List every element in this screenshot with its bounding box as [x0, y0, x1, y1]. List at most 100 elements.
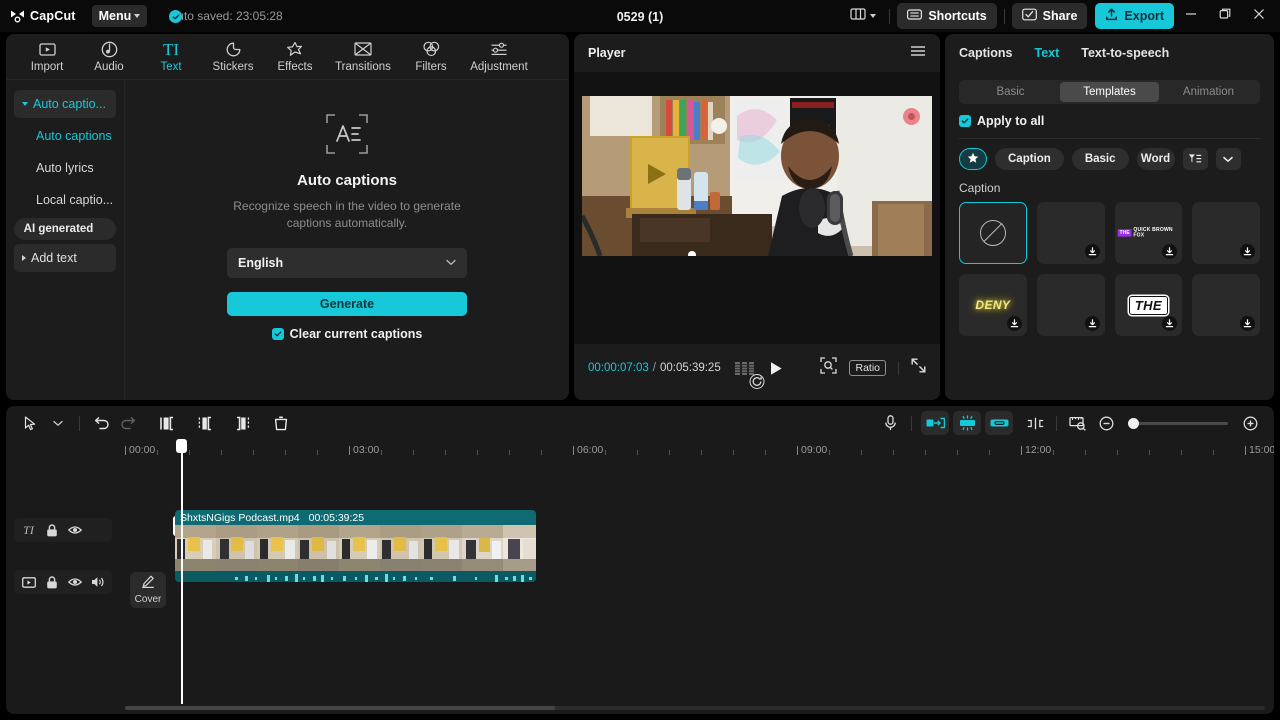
record-voiceover-button[interactable]	[876, 411, 904, 435]
link-clips-button[interactable]	[985, 411, 1013, 435]
left-panel-body: Auto captio... Auto captions Auto lyrics…	[6, 80, 569, 400]
close-button[interactable]	[1242, 0, 1276, 32]
zoom-in-button[interactable]	[1236, 411, 1264, 435]
segment-animation[interactable]: Animation	[1159, 82, 1258, 102]
chip-basic[interactable]: Basic	[1071, 148, 1129, 170]
tab-import[interactable]: Import	[16, 35, 78, 79]
tab-effects[interactable]: Effects	[264, 35, 326, 79]
tab-captions[interactable]: Captions	[959, 46, 1012, 60]
tab-transitions[interactable]: Transitions	[326, 35, 400, 79]
watermark-badge	[903, 108, 920, 125]
cover-button[interactable]: Cover	[130, 572, 166, 608]
ratio-button[interactable]: Ratio	[849, 360, 886, 376]
shortcuts-button[interactable]: Shortcuts	[897, 3, 997, 29]
trim-right-button[interactable]	[229, 411, 257, 435]
download-icon[interactable]	[1162, 316, 1178, 331]
delete-button[interactable]	[267, 411, 295, 435]
timeline-toolbar	[6, 406, 1274, 440]
template-item[interactable]	[1036, 274, 1105, 336]
divider	[911, 415, 912, 431]
more-templates-button[interactable]	[1215, 148, 1241, 170]
zoom-slider-handle[interactable]	[1128, 417, 1139, 429]
template-item[interactable]: THE	[1114, 274, 1183, 336]
tab-text[interactable]: TI Text	[140, 35, 202, 79]
timeline-horizontal-scrollbar[interactable]	[125, 706, 1265, 710]
template-item[interactable]	[1192, 274, 1260, 336]
zoom-out-button[interactable]	[1092, 411, 1120, 435]
frames-icon[interactable]	[734, 361, 755, 375]
play-button[interactable]	[769, 361, 783, 376]
minimize-button[interactable]	[1174, 0, 1208, 32]
select-arrow-icon[interactable]	[16, 411, 44, 435]
segment-basic[interactable]: Basic	[961, 82, 1060, 102]
generate-button[interactable]: Generate	[227, 292, 467, 316]
template-item[interactable]: DENY	[959, 274, 1027, 336]
tab-stickers[interactable]: Stickers	[202, 35, 264, 79]
segment-templates[interactable]: Templates	[1060, 82, 1159, 102]
capcut-logo-icon	[10, 9, 25, 23]
download-icon[interactable]	[1006, 316, 1022, 331]
lock-icon[interactable]	[43, 574, 60, 591]
playhead-handle[interactable]	[176, 439, 187, 453]
filter-sort-icon[interactable]	[1182, 148, 1208, 170]
layout-button[interactable]	[844, 4, 882, 28]
tab-adjustment[interactable]: Adjustment	[462, 35, 536, 79]
enhance-button[interactable]	[953, 411, 981, 435]
chip-caption[interactable]: Caption	[995, 148, 1064, 170]
tab-text-to-speech[interactable]: Text-to-speech	[1081, 46, 1169, 60]
text-ti-icon: TI	[162, 39, 180, 59]
eye-icon[interactable]	[66, 522, 83, 539]
volume-icon[interactable]	[89, 574, 106, 591]
video-clip[interactable]: ShxtsNGigs Podcast.mp4 00:05:39:25	[175, 510, 536, 582]
download-icon[interactable]	[1240, 316, 1255, 331]
template-item[interactable]: THE QUICK BROWN FOX	[1114, 202, 1183, 264]
video-preview[interactable]: I can't even call it like um	[582, 96, 932, 256]
language-select[interactable]: English	[227, 248, 467, 278]
eye-icon[interactable]	[66, 574, 83, 591]
left-panel: Import Audio TI Text Stickers Effects Tr…	[6, 34, 569, 400]
nav-item-local-captions[interactable]: Local captio...	[14, 186, 116, 214]
nav-item-auto-lyrics[interactable]: Auto lyrics	[14, 154, 116, 182]
auto-fill-button[interactable]	[921, 411, 949, 435]
tab-filters[interactable]: Filters	[400, 35, 462, 79]
download-icon[interactable]	[1084, 316, 1100, 331]
chip-favorites[interactable]	[959, 148, 987, 170]
playhead[interactable]	[176, 439, 187, 704]
rotate-icon[interactable]	[749, 374, 765, 389]
maximize-button[interactable]	[1208, 0, 1242, 32]
nav-auto-captions-group[interactable]: Auto captio...	[14, 90, 116, 118]
download-icon[interactable]	[1162, 244, 1178, 259]
menu-button[interactable]: Menu	[91, 5, 148, 27]
apply-to-all-checkbox[interactable]: Apply to all	[959, 114, 1260, 128]
ruler-label: 06:00	[577, 444, 604, 456]
download-icon[interactable]	[1240, 244, 1255, 259]
checkbox-checked-icon	[271, 328, 284, 340]
chip-word[interactable]: Word	[1136, 148, 1175, 170]
clear-current-captions-checkbox[interactable]: Clear current captions	[271, 327, 422, 341]
fullscreen-icon[interactable]	[911, 358, 926, 378]
keyframe-button[interactable]	[1021, 411, 1049, 435]
nav-add-text-group[interactable]: Add text	[14, 244, 116, 272]
template-none[interactable]	[959, 202, 1027, 264]
trim-left-button[interactable]	[191, 411, 219, 435]
hamburger-icon[interactable]	[910, 44, 926, 62]
preview-button[interactable]	[1064, 411, 1092, 435]
template-item[interactable]	[1192, 202, 1260, 264]
split-button[interactable]	[153, 411, 181, 435]
lock-icon[interactable]	[43, 522, 60, 539]
tab-text[interactable]: Text	[1034, 46, 1059, 60]
zoom-slider[interactable]	[1128, 417, 1228, 429]
nav-item-ai-generated[interactable]: AI generated	[14, 218, 116, 240]
undo-button[interactable]	[87, 411, 115, 435]
redo-button[interactable]	[115, 411, 143, 435]
template-item[interactable]	[1036, 202, 1105, 264]
tab-label: Transitions	[335, 61, 391, 73]
export-button[interactable]: Export	[1095, 3, 1174, 29]
share-button[interactable]: Share	[1011, 3, 1088, 29]
timeline-ruler[interactable]: 00:00 03:00 06:00 09:00 12:00 15:00	[125, 440, 1274, 464]
download-icon[interactable]	[1084, 244, 1100, 259]
tab-audio[interactable]: Audio	[78, 35, 140, 79]
nav-item-auto-captions[interactable]: Auto captions	[14, 122, 116, 150]
select-tool-dropdown[interactable]	[44, 411, 72, 435]
magnify-icon[interactable]	[820, 357, 838, 379]
